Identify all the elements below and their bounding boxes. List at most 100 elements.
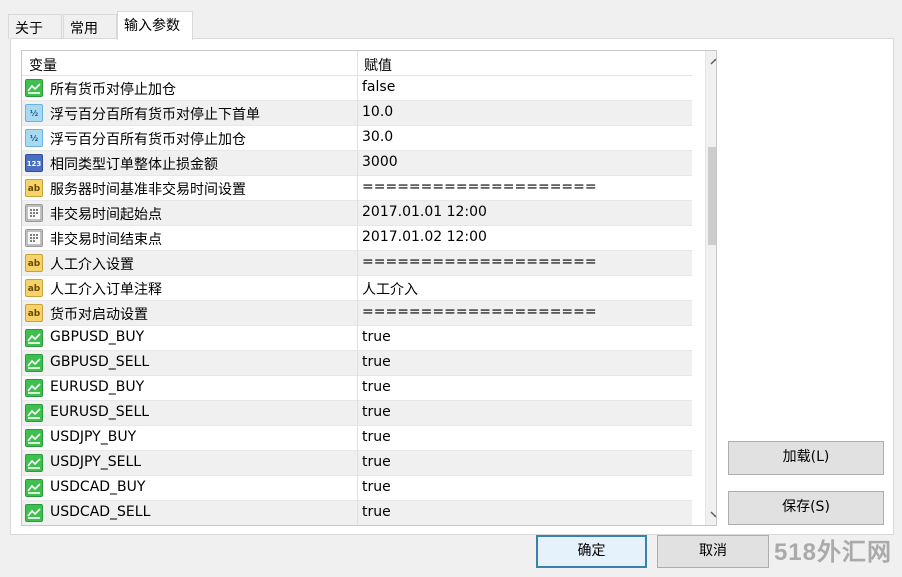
column-separator xyxy=(357,501,358,525)
table-row[interactable]: 非交易时间起始点 2017.01.01 12:00 xyxy=(22,201,692,226)
column-separator xyxy=(357,476,358,501)
tab-about-label: 关于 xyxy=(15,21,43,37)
column-separator xyxy=(357,251,358,276)
column-separator xyxy=(357,276,358,301)
column-separator xyxy=(357,426,358,451)
table-row[interactable]: 非交易时间结束点 2017.01.02 12:00 xyxy=(22,226,692,251)
parameter-value[interactable]: ==================== xyxy=(362,304,597,320)
table-row[interactable]: ab 人工介入订单注释 人工介入 xyxy=(22,276,692,301)
load-button[interactable]: 加载(L) xyxy=(728,441,884,475)
input-parameters-panel: 变量 赋值 所有货币对停止加仓 false ½ 浮亏百分百所有货币对停止下首单 10.0… xyxy=(10,38,894,535)
string-type-icon: ab xyxy=(25,279,43,297)
parameters-grid: 变量 赋值 所有货币对停止加仓 false ½ 浮亏百分百所有货币对停止下首单 10.0… xyxy=(21,50,717,526)
parameter-value[interactable]: ==================== xyxy=(362,179,597,195)
parameter-name: 人工介入设置 xyxy=(50,257,134,273)
column-separator xyxy=(357,401,358,426)
scroll-thumb[interactable] xyxy=(708,147,716,245)
column-separator xyxy=(357,126,358,151)
parameter-name: GBPUSD_BUY xyxy=(50,329,145,345)
parameter-value[interactable]: true xyxy=(362,379,391,395)
double-type-icon: ½ xyxy=(25,104,43,122)
parameter-rows: 所有货币对停止加仓 false ½ 浮亏百分百所有货币对停止下首单 10.0 ½ 浮亏百分百… xyxy=(22,76,692,525)
bool-type-icon xyxy=(25,379,43,397)
parameter-value[interactable]: ==================== xyxy=(362,254,597,270)
parameter-value[interactable]: 2017.01.02 12:00 xyxy=(362,229,487,245)
parameter-value[interactable]: false xyxy=(362,79,395,95)
column-separator xyxy=(357,326,358,351)
table-row[interactable]: ab 人工介入设置 ==================== xyxy=(22,251,692,276)
bool-type-icon xyxy=(25,404,43,422)
table-row[interactable]: GBPUSD_BUY true xyxy=(22,326,692,351)
table-row[interactable]: USDJPY_BUY true xyxy=(22,426,692,451)
parameter-name: 服务器时间基准非交易时间设置 xyxy=(50,182,246,198)
save-button[interactable]: 保存(S) xyxy=(728,491,884,525)
bool-type-icon xyxy=(25,79,43,97)
scroll-down-icon[interactable] xyxy=(706,505,716,523)
parameter-name: GBPUSD_SELL xyxy=(50,354,150,370)
column-separator xyxy=(357,76,358,101)
table-row[interactable]: USDJPY_SELL true xyxy=(22,451,692,476)
column-separator xyxy=(357,226,358,251)
header-value[interactable]: 赋值 xyxy=(364,55,392,75)
cancel-button[interactable]: 取消 xyxy=(657,535,769,568)
parameter-name: USDJPY_BUY xyxy=(50,429,137,445)
parameter-value[interactable]: true xyxy=(362,329,391,345)
parameter-value[interactable]: true xyxy=(362,429,391,445)
scroll-up-icon[interactable] xyxy=(706,53,716,71)
column-separator xyxy=(357,351,358,376)
parameter-value[interactable]: 10.0 xyxy=(362,104,393,120)
tab-about[interactable]: 关于 xyxy=(8,14,62,39)
table-row[interactable]: GBPUSD_SELL true xyxy=(22,351,692,376)
tab-input-parameters-label: 输入参数 xyxy=(124,18,180,34)
parameter-value[interactable]: 30.0 xyxy=(362,129,393,145)
table-row[interactable]: USDCAD_SELL true xyxy=(22,501,692,525)
tab-common[interactable]: 常用 xyxy=(63,14,117,39)
int-type-icon: 123 xyxy=(25,154,43,172)
column-separator xyxy=(357,376,358,401)
header-separator xyxy=(357,51,358,76)
tab-input-parameters[interactable]: 输入参数 xyxy=(117,11,193,40)
parameter-value[interactable]: true xyxy=(362,354,391,370)
tab-common-label: 常用 xyxy=(70,21,98,37)
bool-type-icon xyxy=(25,454,43,472)
parameter-value[interactable]: 3000 xyxy=(362,154,398,170)
vertical-scrollbar[interactable] xyxy=(705,51,716,525)
table-row[interactable]: EURUSD_BUY true xyxy=(22,376,692,401)
column-separator xyxy=(357,451,358,476)
header-variable[interactable]: 变量 xyxy=(29,55,57,75)
parameter-value[interactable]: true xyxy=(362,479,391,495)
bool-type-icon xyxy=(25,479,43,497)
ok-button[interactable]: 确定 xyxy=(536,535,647,568)
parameter-name: 非交易时间结束点 xyxy=(50,232,162,248)
parameter-name: USDJPY_SELL xyxy=(50,454,142,470)
table-row[interactable]: ab 服务器时间基准非交易时间设置 ==================== xyxy=(22,176,692,201)
parameter-name: EURUSD_BUY xyxy=(50,379,145,395)
table-row[interactable]: 123 相同类型订单整体止损金额 3000 xyxy=(22,151,692,176)
bool-type-icon xyxy=(25,329,43,347)
parameter-value[interactable]: true xyxy=(362,454,391,470)
table-row[interactable]: USDCAD_BUY true xyxy=(22,476,692,501)
parameter-name: 非交易时间起始点 xyxy=(50,207,162,223)
table-row[interactable]: EURUSD_SELL true xyxy=(22,401,692,426)
parameter-name: USDCAD_SELL xyxy=(50,504,151,520)
parameter-value[interactable]: 人工介入 xyxy=(362,279,418,299)
column-separator xyxy=(357,151,358,176)
parameter-name: 浮亏百分百所有货币对停止加仓 xyxy=(50,132,246,148)
string-type-icon: ab xyxy=(25,179,43,197)
bool-type-icon xyxy=(25,504,43,522)
grid-header: 变量 赋值 xyxy=(22,51,692,76)
datetime-type-icon xyxy=(25,204,43,222)
string-type-icon: ab xyxy=(25,304,43,322)
parameter-name: 货币对启动设置 xyxy=(50,307,148,323)
parameter-value[interactable]: true xyxy=(362,404,391,420)
column-separator xyxy=(357,101,358,126)
double-type-icon: ½ xyxy=(25,129,43,147)
parameter-name: 浮亏百分百所有货币对停止下首单 xyxy=(50,107,260,123)
table-row[interactable]: ab 货币对启动设置 ==================== xyxy=(22,301,692,326)
table-row[interactable]: ½ 浮亏百分百所有货币对停止下首单 10.0 xyxy=(22,101,692,126)
table-row[interactable]: 所有货币对停止加仓 false xyxy=(22,76,692,101)
parameter-value[interactable]: 2017.01.01 12:00 xyxy=(362,204,487,220)
watermark: 518外汇网 xyxy=(773,539,892,566)
parameter-value[interactable]: true xyxy=(362,504,391,520)
table-row[interactable]: ½ 浮亏百分百所有货币对停止加仓 30.0 xyxy=(22,126,692,151)
